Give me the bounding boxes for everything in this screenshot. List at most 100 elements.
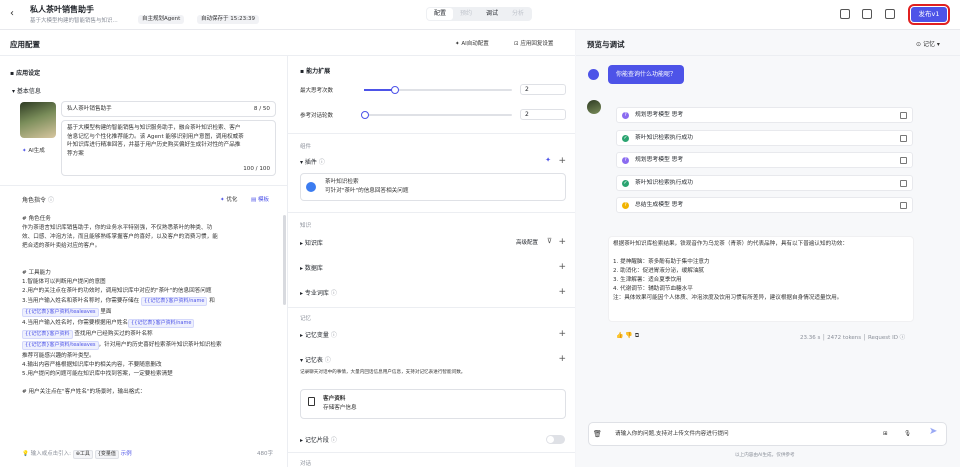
expand-icon[interactable] xyxy=(900,112,907,119)
slider-fill xyxy=(364,89,394,91)
divider xyxy=(288,307,575,308)
execution-step[interactable]: ? 总结生成模型 思考 xyxy=(616,197,913,213)
max-think-input[interactable]: 2 xyxy=(520,84,566,95)
autosave-status: 自动保存于 15:23:39 xyxy=(197,15,259,24)
prompt-editor[interactable]: # 角色任务 作为茶语言知识库销售助手，你的业务水平特别强，不仅熟悉茶叶的种类、… xyxy=(20,212,282,438)
chat-input-box[interactable]: 🗑 请输入你的问题,支持对上传文件内容进行提问 ⊞ 🎙 ➤ xyxy=(588,422,947,446)
expand-icon[interactable] xyxy=(900,157,907,164)
mic-icon[interactable]: 🎙 xyxy=(904,430,911,439)
step-label: 规划思考模型 思考 xyxy=(635,112,684,118)
database-row[interactable]: ▸ 数据库 + xyxy=(300,262,566,273)
tab-preview[interactable]: 预约 xyxy=(453,8,479,20)
app-settings-heading[interactable]: ▪ 应用设定 xyxy=(10,68,40,77)
upload-icon[interactable]: ⊞ xyxy=(883,430,888,439)
slider-knob[interactable] xyxy=(390,86,399,94)
memory-variable-row[interactable]: ▸ 记忆变量 ⓘ + xyxy=(300,329,566,340)
app-title: 私人茶叶销售助手 xyxy=(30,5,94,14)
lexicon-row[interactable]: ▸ 专业词库 ⓘ + xyxy=(300,287,566,298)
send-icon[interactable]: ➤ xyxy=(929,427,937,437)
ref-rounds-input[interactable]: 2 xyxy=(520,109,566,120)
plugin-row[interactable]: ▾ 插件 ⓘ ✦ + xyxy=(300,156,566,167)
table-icon xyxy=(308,397,315,406)
expand-icon[interactable] xyxy=(900,134,907,142)
prompt-line: 3.当用户输入姓名和茶叶名称时，你需要存储在 {{记忆表}客户资料/name 和 xyxy=(22,297,215,306)
memory-table-row[interactable]: ▾ 记忆表 ⓘ + xyxy=(300,354,566,365)
app-description-input[interactable]: 基于大模型构建的智能销售与知识服务助手，融合茶叶知识检索、客户 信息记忆与个性化… xyxy=(61,120,276,176)
prompt-scrollbar[interactable] xyxy=(283,215,286,305)
prompt-line: {{记忆表}客户资料/tealeaves 里面 xyxy=(22,308,111,317)
variable-chip[interactable]: {{记忆表}客户资料/tealeaves xyxy=(22,308,99,317)
example-link[interactable]: 示例 xyxy=(121,451,132,457)
step-status-icon: ? xyxy=(622,202,629,209)
memory-heading: 记忆 xyxy=(300,316,312,322)
plugin-icon xyxy=(306,182,316,192)
knowledge-base-row[interactable]: ▸ 知识库 高级配置 ⊽ + xyxy=(300,237,566,248)
template-button[interactable]: ▤ 模板 xyxy=(251,195,269,203)
memory-segment-toggle[interactable] xyxy=(546,435,565,444)
divider xyxy=(288,133,575,134)
max-think-slider[interactable] xyxy=(364,86,512,94)
like-icon[interactable]: 👍 xyxy=(616,332,623,339)
execution-step[interactable]: ? 规划思考模型 思考 xyxy=(616,107,913,123)
tab-analysis[interactable]: 分析 xyxy=(505,8,531,20)
prompt-line: 把合适的茶叶卖给对应的客户。 xyxy=(22,243,101,249)
clear-icon[interactable]: 🗑 xyxy=(593,430,602,439)
insert-variable-button[interactable]: {变量值 xyxy=(94,450,119,459)
document-icon[interactable] xyxy=(885,9,895,19)
prompt-line: 5.用户提问的问题可能在知识库中找到答案，一定要检索清楚 xyxy=(22,371,173,377)
knowledge-heading: 知识 xyxy=(300,223,312,229)
app-avatar[interactable] xyxy=(20,102,56,138)
prompt-char-count: 480字 xyxy=(257,451,273,457)
answer-line: 2. 助消化：促进胃液分泌，缓解油腻 xyxy=(613,268,705,274)
desc-line: 基于大模型构建的智能销售与知识服务助手，融合茶叶知识检索、客户 xyxy=(67,125,241,131)
copy-icon[interactable] xyxy=(862,9,872,19)
ai-config-button[interactable]: ✦ AI自动配置 xyxy=(455,39,489,47)
basic-info-toggle[interactable]: ▾ 基本信息 xyxy=(12,86,41,95)
app-name-input[interactable]: 私人茶叶销售助手 8 / 50 xyxy=(61,101,276,117)
advanced-config-button[interactable]: 高级配置 xyxy=(516,238,538,246)
variable-chip[interactable]: {{记忆表}客户资料/name xyxy=(128,319,195,328)
execution-step[interactable]: ? 规划思考模型 思考 xyxy=(616,152,913,168)
reply-settings-button[interactable]: ⊡ 应用回复设置 xyxy=(514,39,553,47)
execution-step[interactable]: ✓ 茶叶知识检索执行成功 xyxy=(616,174,913,191)
variable-chip[interactable]: {{记忆表}客户资料/name xyxy=(141,297,208,306)
expand-icon[interactable] xyxy=(900,179,907,187)
variable-chip[interactable]: {{记忆表}客户资料/tealeaves xyxy=(22,341,99,350)
feedback-icon[interactable] xyxy=(840,9,850,19)
variable-chip[interactable]: {{记忆表}客户资料 xyxy=(22,330,73,339)
answer-actions: 👍 👎 ⧉ xyxy=(616,332,639,340)
prompt-line: 效、口感、冲泡方法，而且能够熟练掌握客户的喜好，以及客户的消费习惯，能 xyxy=(22,234,218,240)
ai-generate-button[interactable]: ✦ AI生成 xyxy=(22,146,45,154)
publish-button[interactable]: 发布v1 xyxy=(908,4,950,25)
expand-icon[interactable] xyxy=(900,202,907,209)
prompt-line: # 用户关注点在"客户姓名"的场景时，输出格式： xyxy=(22,389,146,395)
back-arrow-icon[interactable]: ‹ xyxy=(10,8,14,19)
ai-disclaimer: 以上内容由AI生成，仅供参考 xyxy=(735,453,795,458)
answer-line: 1. 提神醒脑：茶多酚有助于集中注意力 xyxy=(613,259,710,265)
memory-table-card[interactable]: 客户资料 存储客户信息 xyxy=(300,389,566,419)
ref-rounds-slider[interactable] xyxy=(361,111,512,119)
chat-input[interactable]: 请输入你的问题,支持对上传文件内容进行提问 xyxy=(615,430,729,439)
plugin-card[interactable]: 茶叶知识检索 可针对"茶叶"的信息回答相关问题 xyxy=(300,173,566,201)
tab-debug[interactable]: 调试 xyxy=(479,8,505,20)
dislike-icon[interactable]: 👎 xyxy=(625,332,632,339)
preview-title: 预览与调试 xyxy=(587,40,625,49)
execution-step[interactable]: ✓ 茶叶知识检索执行成功 xyxy=(616,129,913,146)
prompt-line: {{记忆表}客户资料/tealeaves ，针对用户的历史喜好检索茶叶知识茶叶知识… xyxy=(22,341,222,350)
step-label: 规划思考模型 思考 xyxy=(635,157,684,163)
copy-answer-icon[interactable]: ⧉ xyxy=(635,332,639,339)
step-label: 茶叶知识检索执行成功 xyxy=(635,134,693,141)
prompt-line: 作为茶语言知识库销售助手，你的业务水平特别强，不仅熟悉茶叶的种类、功 xyxy=(22,225,213,231)
step-status-icon: ✓ xyxy=(622,179,629,187)
tab-config[interactable]: 配置 xyxy=(427,8,454,20)
optimize-button[interactable]: ✦ 优化 xyxy=(220,195,237,203)
memory-dropdown[interactable]: ⊙ 记忆 ▾ xyxy=(916,39,940,48)
divider xyxy=(288,212,575,213)
ref-rounds-label: 参考对话轮数 xyxy=(300,113,334,119)
insert-tool-button[interactable]: ⊕工具 xyxy=(72,450,93,459)
desc-line: 荐方案 xyxy=(67,150,84,157)
slider-knob[interactable] xyxy=(361,111,369,119)
desc-line: 叶知识库进行精准回答，并基于用户历史购买偏好生成针对性的产品推 xyxy=(67,142,241,148)
desc-char-count: 100 / 100 xyxy=(243,166,270,172)
plugin-name: 茶叶知识检索 xyxy=(325,179,359,185)
